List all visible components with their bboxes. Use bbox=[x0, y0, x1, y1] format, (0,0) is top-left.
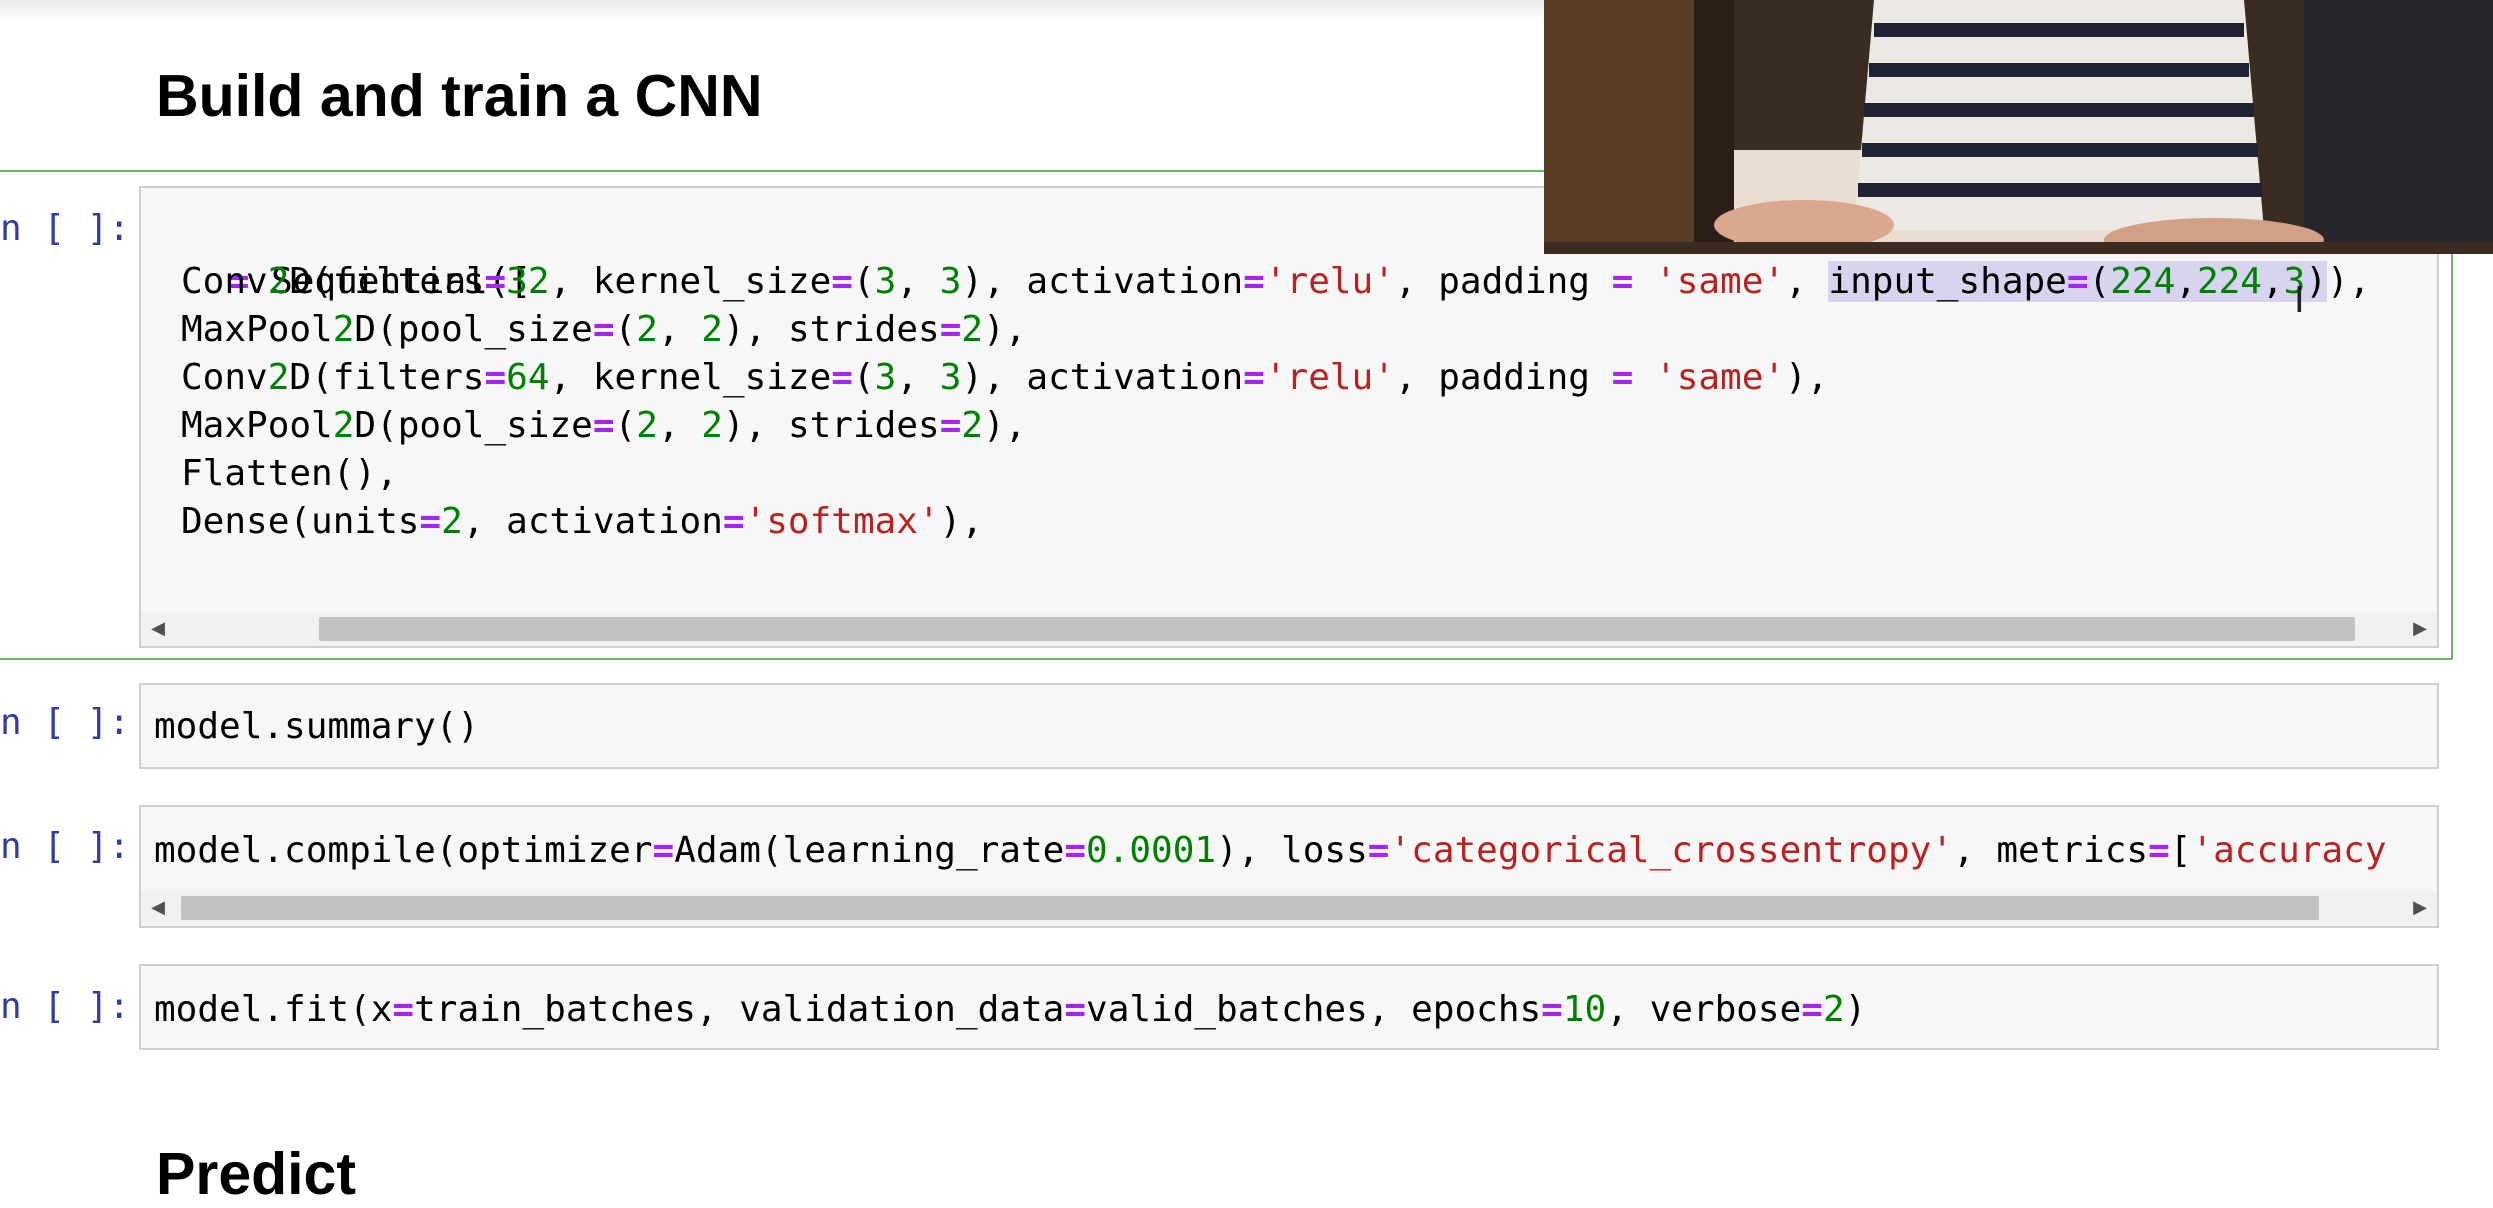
code-line: model.compile(optimizer=Adam(learning_ra… bbox=[154, 830, 2387, 871]
scroll-right-icon[interactable]: ▶ bbox=[2403, 612, 2437, 646]
scroll-right-icon[interactable]: ▶ bbox=[2403, 891, 2437, 925]
webcam-video-overlay bbox=[1544, 0, 2493, 254]
code-line: Dense(units=2, activation='softmax'), bbox=[181, 501, 984, 542]
top-shade bbox=[0, 0, 1545, 22]
code-cell-fit[interactable]: model.fit(x=train_batches, validation_da… bbox=[139, 964, 2439, 1050]
cell-prompt: n [ ]: bbox=[0, 702, 131, 743]
code-line: MaxPool2D(pool_size=(2, 2), strides=2), bbox=[181, 309, 1027, 350]
text-cursor-icon: I bbox=[2294, 280, 2305, 321]
section-heading-predict: Predict bbox=[156, 1141, 357, 1207]
code-line: Flatten(), bbox=[181, 453, 398, 494]
code-line: Conv2D(filters=64, kernel_size=(3, 3), a… bbox=[181, 357, 1829, 398]
code-line: Conv2D(filters=32, kernel_size=(3, 3), a… bbox=[181, 261, 2371, 302]
scroll-left-icon[interactable]: ◀ bbox=[141, 612, 175, 646]
code-line: model.fit(x=train_batches, validation_da… bbox=[154, 989, 1867, 1030]
presenter-video-frame bbox=[1544, 0, 2493, 254]
horizontal-scrollbar[interactable]: ◀ ▶ bbox=[141, 891, 2437, 925]
scroll-left-icon[interactable]: ◀ bbox=[141, 891, 175, 925]
code-line: MaxPool2D(pool_size=(2, 2), strides=2), bbox=[181, 405, 1027, 446]
code-line: model.summary() bbox=[154, 706, 480, 747]
cell-prompt: n [ ]: bbox=[0, 826, 131, 867]
code-cell-model[interactable]: = Sequential([ Conv2D(filters=32, kernel… bbox=[139, 186, 2439, 648]
code-cell-compile[interactable]: model.compile(optimizer=Adam(learning_ra… bbox=[139, 805, 2439, 928]
section-heading: Build and train a CNN bbox=[156, 63, 763, 129]
scrollbar-thumb[interactable] bbox=[319, 617, 2355, 641]
code-cell-summary[interactable]: model.summary() bbox=[139, 683, 2439, 769]
cell-prompt: n [ ]: bbox=[0, 208, 131, 249]
selected-text: input_shape=(224,224,3) bbox=[1828, 261, 2328, 302]
horizontal-scrollbar[interactable]: ◀ ▶ bbox=[141, 612, 2437, 646]
cell-prompt: n [ ]: bbox=[0, 986, 131, 1027]
scrollbar-thumb[interactable] bbox=[181, 896, 2319, 920]
